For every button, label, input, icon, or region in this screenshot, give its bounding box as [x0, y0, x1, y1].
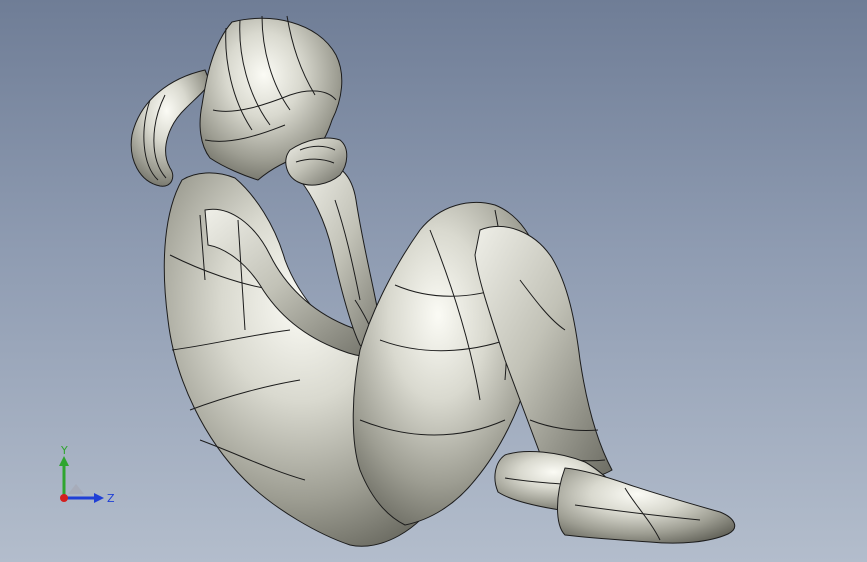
ponytail-shape [130, 69, 211, 187]
seated-figure-model[interactable] [0, 0, 867, 562]
orientation-triad: Y Z [59, 444, 115, 505]
triad-plane [68, 484, 84, 494]
y-axis-label: Y [60, 444, 68, 457]
z-axis-label: Z [107, 492, 115, 505]
x-axis-dot [60, 494, 68, 502]
y-axis-arrowhead [59, 456, 69, 466]
front-foot-shape [557, 467, 736, 544]
figure-body [130, 15, 736, 547]
graphics-viewport[interactable]: Y Z [0, 0, 867, 562]
z-axis-arrowhead [94, 493, 104, 503]
